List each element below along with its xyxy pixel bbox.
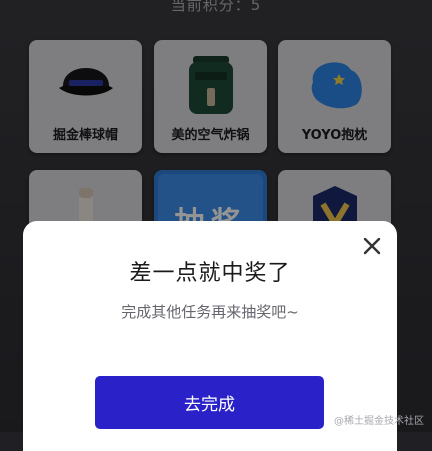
watermark: @稀土掘金技术社区: [334, 416, 424, 427]
modal-subtitle: 完成其他任务再来抽奖吧~: [121, 303, 299, 321]
close-icon[interactable]: [361, 235, 383, 257]
go-complete-button[interactable]: 去完成: [95, 376, 324, 429]
modal-title: 差一点就中奖了: [129, 261, 291, 286]
